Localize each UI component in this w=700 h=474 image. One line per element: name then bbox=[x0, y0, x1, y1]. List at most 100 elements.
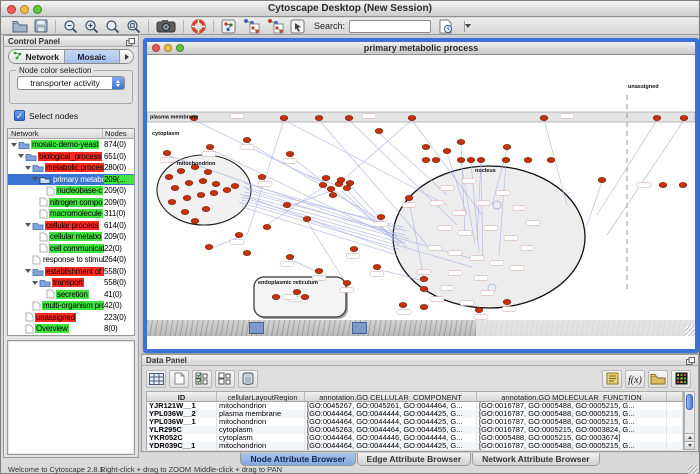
import-attributes-icon[interactable] bbox=[602, 370, 622, 388]
table-column-header[interactable]: annotation.GO MOLECULAR_FUNCTION bbox=[477, 392, 667, 401]
select-nodes-checkbox[interactable]: ✓ bbox=[14, 110, 25, 121]
save-icon[interactable] bbox=[31, 18, 50, 34]
network-node[interactable] bbox=[280, 115, 288, 120]
network-node[interactable] bbox=[420, 286, 428, 291]
network-node[interactable] bbox=[231, 183, 239, 188]
network-node[interactable] bbox=[477, 157, 485, 162]
table-mode-icon[interactable] bbox=[146, 370, 166, 388]
network-node[interactable] bbox=[191, 218, 199, 223]
network-node[interactable] bbox=[223, 187, 231, 192]
network-node[interactable] bbox=[598, 177, 606, 182]
network-node[interactable] bbox=[199, 178, 207, 183]
session-icon[interactable] bbox=[436, 18, 455, 34]
network-node[interactable] bbox=[337, 177, 345, 182]
tree-row[interactable]: primary metabo209(... bbox=[8, 174, 134, 186]
network-node[interactable] bbox=[322, 175, 330, 180]
matrix-icon[interactable] bbox=[671, 370, 691, 388]
tree-row[interactable]: cell communicat22(0) bbox=[8, 243, 134, 255]
tree-row[interactable]: secretion41(0) bbox=[8, 289, 134, 301]
tree-row[interactable]: Overview8(0) bbox=[8, 323, 134, 335]
network-node[interactable] bbox=[680, 115, 688, 120]
network-node[interactable] bbox=[524, 157, 532, 162]
zoom-fit-icon[interactable] bbox=[103, 18, 122, 34]
network-node[interactable] bbox=[205, 244, 213, 249]
network-node[interactable] bbox=[286, 254, 294, 259]
table-row[interactable]: YLR295Ccytoplasm[GO:0045263, GO:0044464,… bbox=[147, 426, 683, 434]
tree-row[interactable]: response to stimulu264(0) bbox=[8, 254, 134, 266]
disclosure-triangle-icon[interactable] bbox=[24, 223, 32, 227]
network-window-titlebar[interactable]: primary metabolic process bbox=[147, 42, 695, 55]
float-panel-icon[interactable] bbox=[686, 357, 695, 367]
table-column-header[interactable]: ID bbox=[147, 392, 217, 401]
network-node[interactable] bbox=[315, 115, 323, 120]
network-node[interactable] bbox=[171, 185, 179, 190]
network-node[interactable] bbox=[547, 157, 555, 162]
network-overview-icon[interactable] bbox=[219, 18, 238, 34]
table-column-header[interactable]: annotation.GO CELLULAR_COMPONENT bbox=[305, 392, 477, 401]
search-dropdown-arrow[interactable] bbox=[464, 21, 471, 32]
network-node[interactable] bbox=[408, 115, 416, 120]
network-node[interactable] bbox=[475, 307, 483, 312]
delete-attribute-icon[interactable] bbox=[238, 370, 258, 388]
network-node[interactable] bbox=[373, 264, 381, 269]
network-node[interactable] bbox=[422, 144, 430, 149]
network-node[interactable] bbox=[405, 195, 413, 200]
zoom-out-icon[interactable] bbox=[61, 18, 80, 34]
network-node[interactable] bbox=[467, 157, 475, 162]
table-row[interactable]: YKR052Ccytoplasm[GO:0044464, GO:0044446,… bbox=[147, 434, 683, 442]
h-scroll-thumb[interactable] bbox=[352, 322, 367, 334]
network-node[interactable] bbox=[329, 192, 337, 197]
disclosure-triangle-icon[interactable] bbox=[24, 166, 32, 170]
network-node[interactable] bbox=[243, 250, 251, 255]
tabs-overflow-arrow[interactable] bbox=[120, 50, 133, 63]
network-node[interactable] bbox=[343, 280, 351, 285]
open-attribute-file-icon[interactable] bbox=[648, 370, 668, 388]
network-node[interactable] bbox=[346, 180, 354, 185]
table-row[interactable]: YJR121W__1mitochondrion[GO:0045267, GO:0… bbox=[147, 402, 683, 410]
network-node[interactable] bbox=[210, 190, 218, 195]
network-node[interactable] bbox=[168, 199, 176, 204]
network-canvas[interactable]: plasma membranecytoplasmmitochondrionnuc… bbox=[147, 55, 695, 336]
window-resize-grip[interactable] bbox=[688, 465, 698, 474]
network-node[interactable] bbox=[283, 202, 291, 207]
network-node[interactable] bbox=[420, 304, 428, 309]
network-node[interactable] bbox=[163, 150, 171, 155]
tree-row[interactable]: mosaic-demo-yeast874(0) bbox=[8, 139, 134, 151]
select-attributes-icon[interactable] bbox=[192, 370, 212, 388]
disclosure-triangle-icon[interactable] bbox=[17, 154, 25, 158]
layout-icon-2[interactable] bbox=[264, 18, 286, 34]
disclosure-triangle-icon[interactable] bbox=[10, 143, 18, 147]
window-resize-grip[interactable] bbox=[685, 326, 695, 336]
network-node[interactable] bbox=[350, 246, 358, 251]
network-node[interactable] bbox=[181, 209, 189, 214]
tree-row[interactable]: multi-organism pro42(0) bbox=[8, 300, 134, 312]
function-builder-icon[interactable]: f(x) bbox=[625, 370, 645, 388]
disclosure-triangle-icon[interactable] bbox=[24, 269, 32, 273]
network-node[interactable] bbox=[432, 157, 440, 162]
network-node[interactable] bbox=[503, 144, 511, 149]
help-icon[interactable] bbox=[189, 18, 208, 34]
network-node[interactable] bbox=[206, 144, 214, 149]
network-node[interactable] bbox=[540, 115, 548, 120]
network-node[interactable] bbox=[502, 157, 510, 162]
network-node[interactable] bbox=[183, 195, 191, 200]
network-node[interactable] bbox=[315, 268, 323, 273]
network-node[interactable] bbox=[679, 182, 687, 187]
tree-row[interactable]: nucleobase-c209(0) bbox=[8, 185, 134, 197]
network-node[interactable] bbox=[422, 157, 430, 162]
network-node[interactable] bbox=[204, 169, 212, 174]
tree-row[interactable]: nitrogen compo209(0) bbox=[8, 197, 134, 209]
table-row[interactable]: YPL036W__2plasma membrane[GO:0044464, GO… bbox=[147, 410, 683, 418]
network-node[interactable] bbox=[197, 192, 205, 197]
table-row[interactable]: YDR039C__1mitochondrion[GO:0044464, GO:0… bbox=[147, 442, 683, 450]
layout-icon-1[interactable] bbox=[240, 18, 262, 34]
network-node[interactable] bbox=[319, 182, 327, 187]
network-node[interactable] bbox=[345, 115, 353, 120]
unselect-attributes-icon[interactable] bbox=[215, 370, 235, 388]
network-node[interactable] bbox=[286, 151, 294, 156]
float-panel-icon[interactable] bbox=[126, 38, 135, 48]
tree-row[interactable]: metabolic process280(0) bbox=[8, 162, 134, 174]
table-row[interactable]: YPL036W__1mitochondrion[GO:0044464, GO:0… bbox=[147, 418, 683, 426]
tree-row[interactable]: transport558(0) bbox=[8, 277, 134, 289]
network-node[interactable] bbox=[377, 214, 385, 219]
